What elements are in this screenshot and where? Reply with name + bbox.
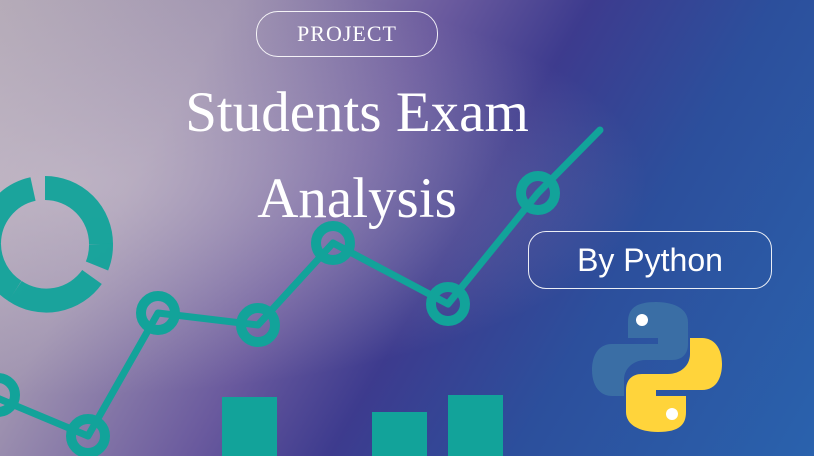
chart-point	[0, 373, 20, 417]
project-badge: PROJECT	[256, 11, 438, 57]
chart-bar-2	[372, 412, 427, 456]
page-title: Students Exam Analysis	[120, 70, 594, 241]
bar-chart-icon	[222, 395, 503, 456]
chart-bar-1	[222, 397, 277, 456]
title-line-1: Students Exam	[185, 81, 529, 144]
title-line-2: Analysis	[257, 166, 457, 230]
by-python-label: By Python	[528, 231, 772, 289]
python-logo-icon	[592, 302, 722, 432]
chart-bar-3	[448, 395, 503, 456]
banner: PROJECT Students Exam Analysis By Python	[0, 0, 814, 456]
donut-chart-icon	[0, 176, 113, 313]
